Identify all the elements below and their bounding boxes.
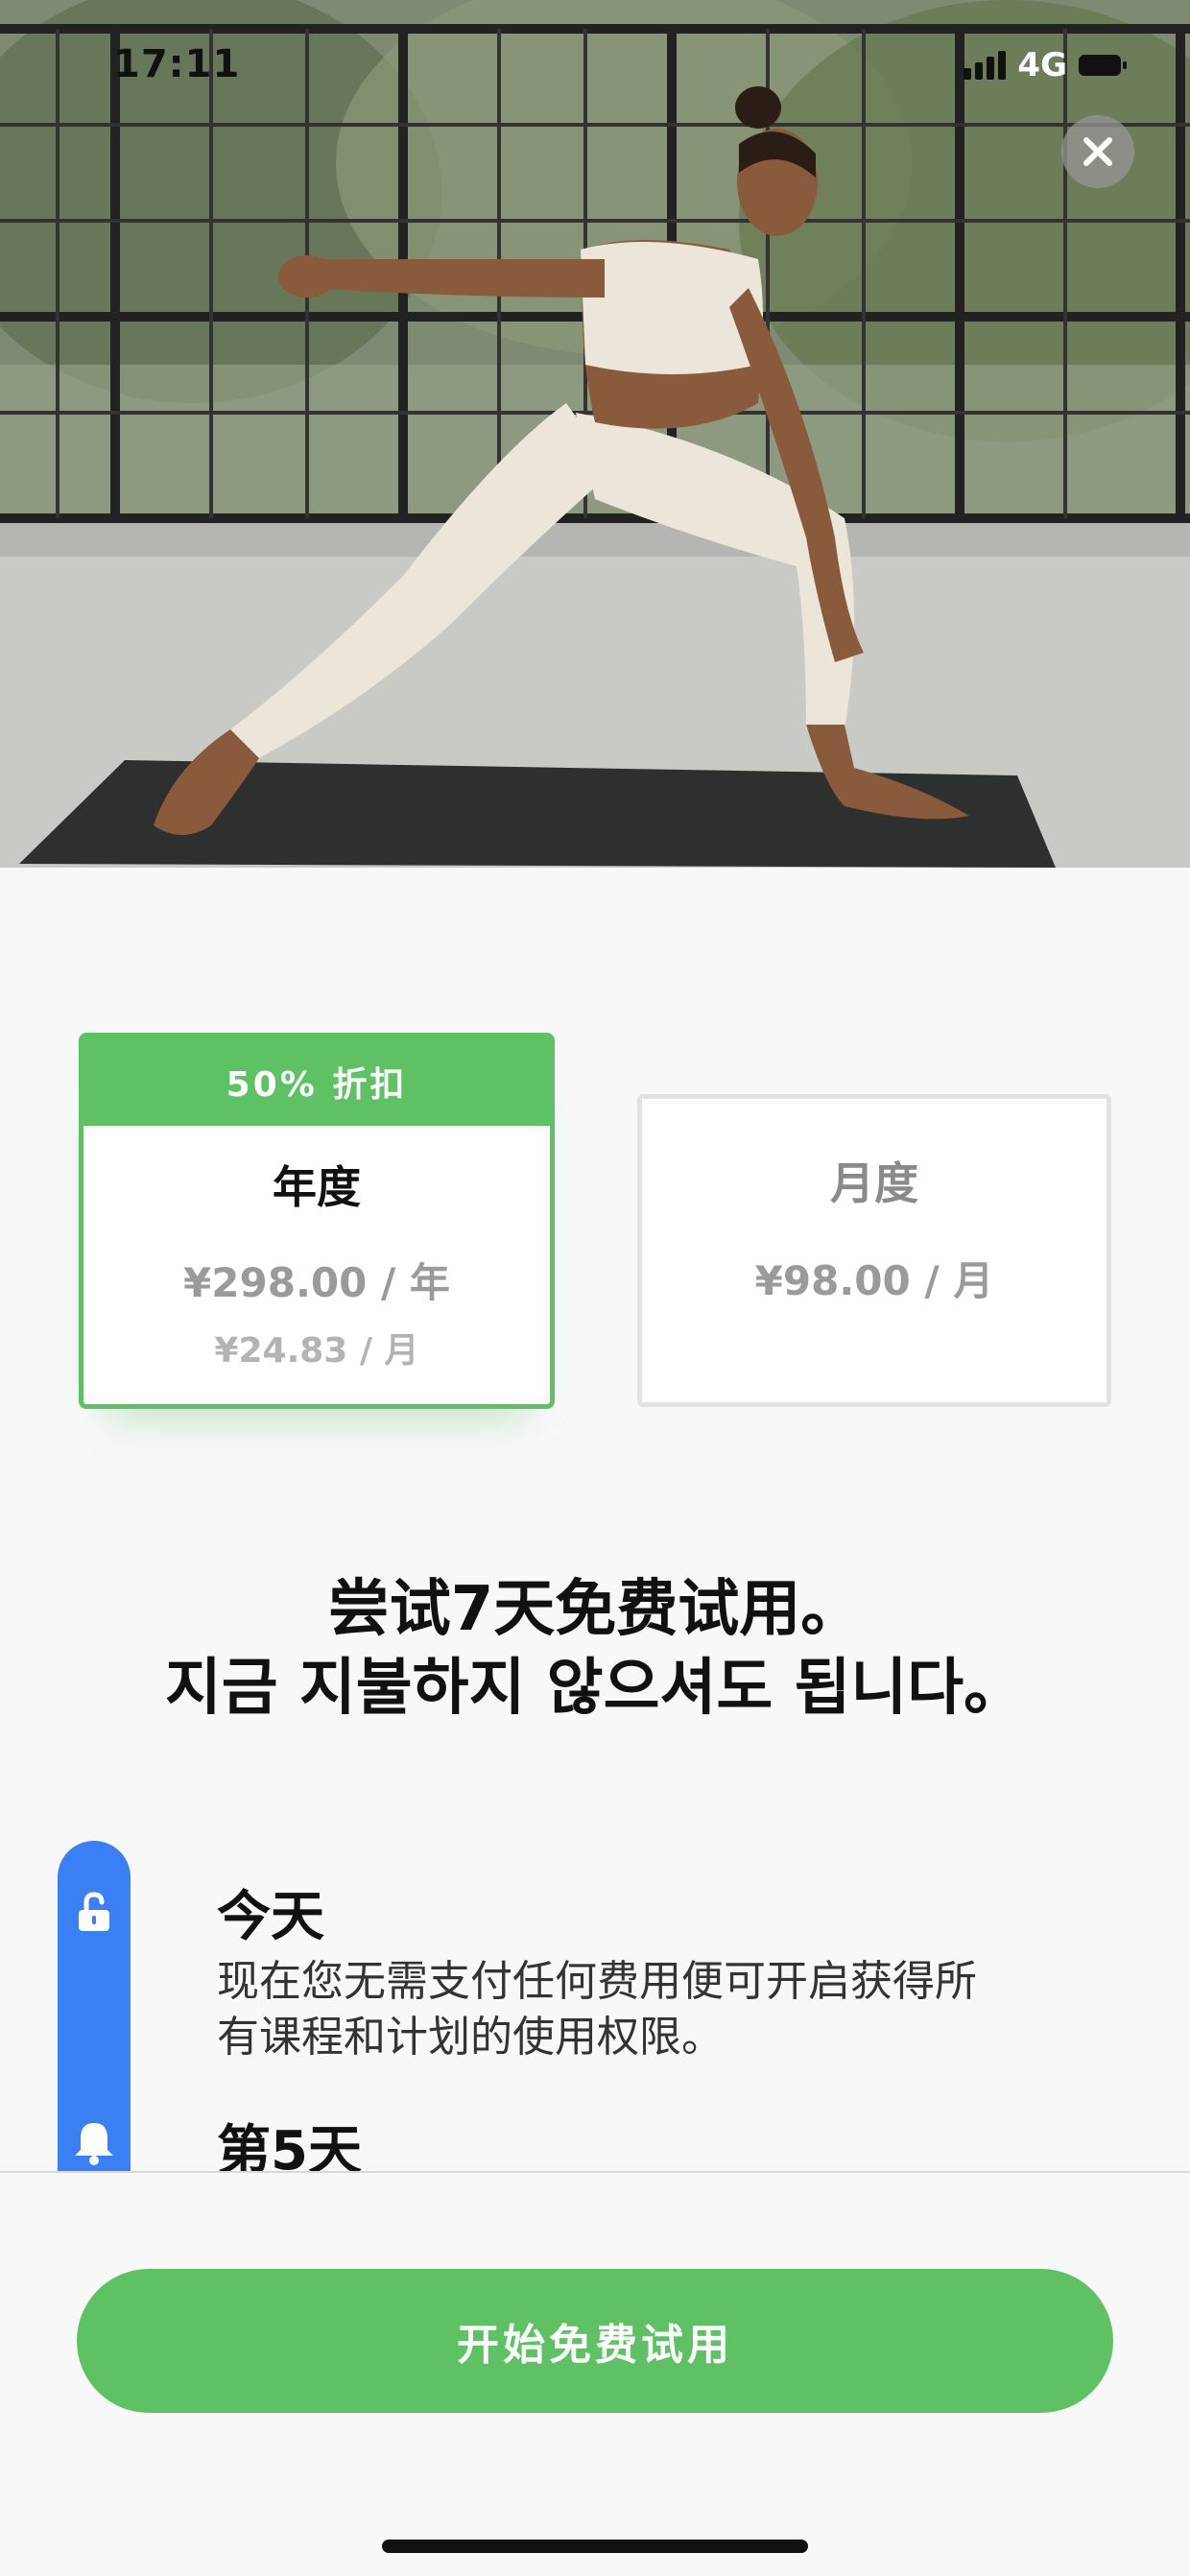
plan-card-monthly[interactable]: 月度 ¥98.00 / 月	[637, 1094, 1111, 1407]
headline-line-1: 尝试7天免费试用。	[327, 1574, 863, 1645]
hero-photo: 17:11 4G	[0, 0, 1190, 868]
yoga-photo-illustration	[0, 0, 1190, 868]
timeline-title-today: 今天	[217, 1886, 324, 1948]
discount-badge: 50% 折扣	[83, 1038, 550, 1126]
plan-per-month-annual: ¥24.83 / 月	[214, 1331, 419, 1371]
home-indicator	[382, 2540, 808, 2553]
plan-title-monthly: 月度	[830, 1157, 918, 1209]
close-button[interactable]	[1061, 115, 1134, 188]
battery-icon	[1079, 55, 1127, 76]
status-time: 17:11	[113, 42, 241, 86]
start-free-trial-button[interactable]: 开始免费试用	[77, 2269, 1113, 2413]
plan-title-annual: 年度	[273, 1161, 361, 1213]
timeline-desc-line-1: 现在您无需支付任何费用便可开启获得所	[217, 1957, 977, 2006]
status-indicators: 4G	[964, 46, 1127, 84]
plan-price-monthly: ¥98.00 / 月	[754, 1257, 994, 1304]
timeline-bar	[58, 1841, 131, 2177]
divider	[0, 2171, 1190, 2173]
plan-price-annual: ¥298.00 / 年	[183, 1259, 450, 1306]
close-icon	[1083, 137, 1112, 166]
cellular-signal-icon	[964, 51, 1007, 80]
timeline-desc-line-2: 有课程和计划的使用权限。	[217, 2013, 724, 2062]
plan-card-annual[interactable]: 50% 折扣 年度 ¥298.00 / 年 ¥24.83 / 月	[79, 1033, 555, 1409]
bell-icon	[58, 2119, 131, 2165]
trial-headline: 尝试7天免费试用。 지금 지불하지 않으셔도 됩니다。	[0, 1570, 1190, 1728]
unlock-icon	[58, 1891, 131, 1933]
paywall-screen: 17:11 4G 50% 折扣 年度 ¥298.00 / 年 ¥24.83 / …	[0, 0, 1190, 2576]
headline-line-2: 지금 지불하지 않으셔도 됩니다。	[164, 1653, 1026, 1724]
network-type: 4G	[1017, 46, 1067, 84]
timeline-desc-today: 现在您无需支付任何费用便可开启获得所 有课程和计划的使用权限。	[217, 1954, 1081, 2065]
